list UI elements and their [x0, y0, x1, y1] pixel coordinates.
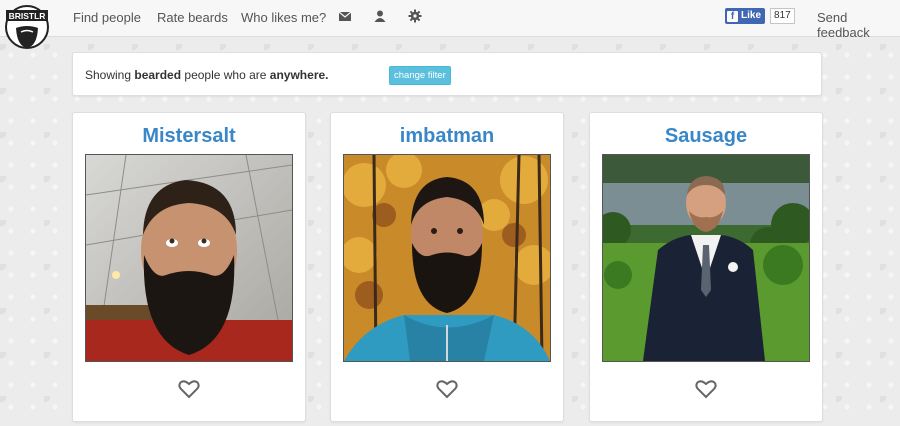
nav-who-likes-me[interactable]: Who likes me? [241, 10, 326, 25]
facebook-like-count: 817 [770, 8, 795, 24]
nav-rate-beards[interactable]: Rate beards [157, 10, 228, 25]
change-filter-button[interactable]: change filter [389, 66, 451, 85]
facebook-icon: f [727, 10, 738, 22]
nav-find-people[interactable]: Find people [73, 10, 141, 25]
top-navbar: BRISTLR Find people Rate beards Who like… [0, 0, 900, 49]
profile-name[interactable]: Mistersalt [73, 125, 305, 148]
bristlr-logo[interactable]: BRISTLR [4, 2, 50, 54]
heart-icon[interactable] [695, 379, 717, 399]
send-feedback-link[interactable]: Send feedback [817, 10, 900, 40]
filter-location: anywhere. [269, 68, 329, 82]
gear-icon[interactable] [408, 9, 422, 23]
profile-name[interactable]: Sausage [590, 125, 822, 148]
profile-photo[interactable] [343, 154, 551, 362]
user-icon[interactable] [373, 9, 387, 23]
profile-name[interactable]: imbatman [331, 125, 563, 148]
profile-card: Sausage [589, 112, 823, 422]
facebook-like-label: Like [741, 10, 762, 21]
profile-card: imbatman [330, 112, 564, 422]
profile-card: Mistersalt [72, 112, 306, 422]
filter-middle: people who are [181, 68, 270, 82]
facebook-like-widget: f Like 817 [725, 8, 795, 24]
mail-icon[interactable] [338, 9, 352, 23]
heart-icon[interactable] [436, 379, 458, 399]
facebook-like-button[interactable]: f Like [725, 8, 766, 24]
filter-prefix: Showing [85, 68, 135, 82]
logo-text: BRISTLR [9, 11, 46, 21]
heart-icon[interactable] [178, 379, 200, 399]
filter-bar: Showing bearded people who are anywhere.… [72, 52, 822, 96]
filter-description: Showing bearded people who are anywhere. [85, 68, 329, 82]
filter-beard-type: bearded [134, 68, 182, 82]
profile-photo[interactable] [85, 154, 293, 362]
profile-photo[interactable] [602, 154, 810, 362]
